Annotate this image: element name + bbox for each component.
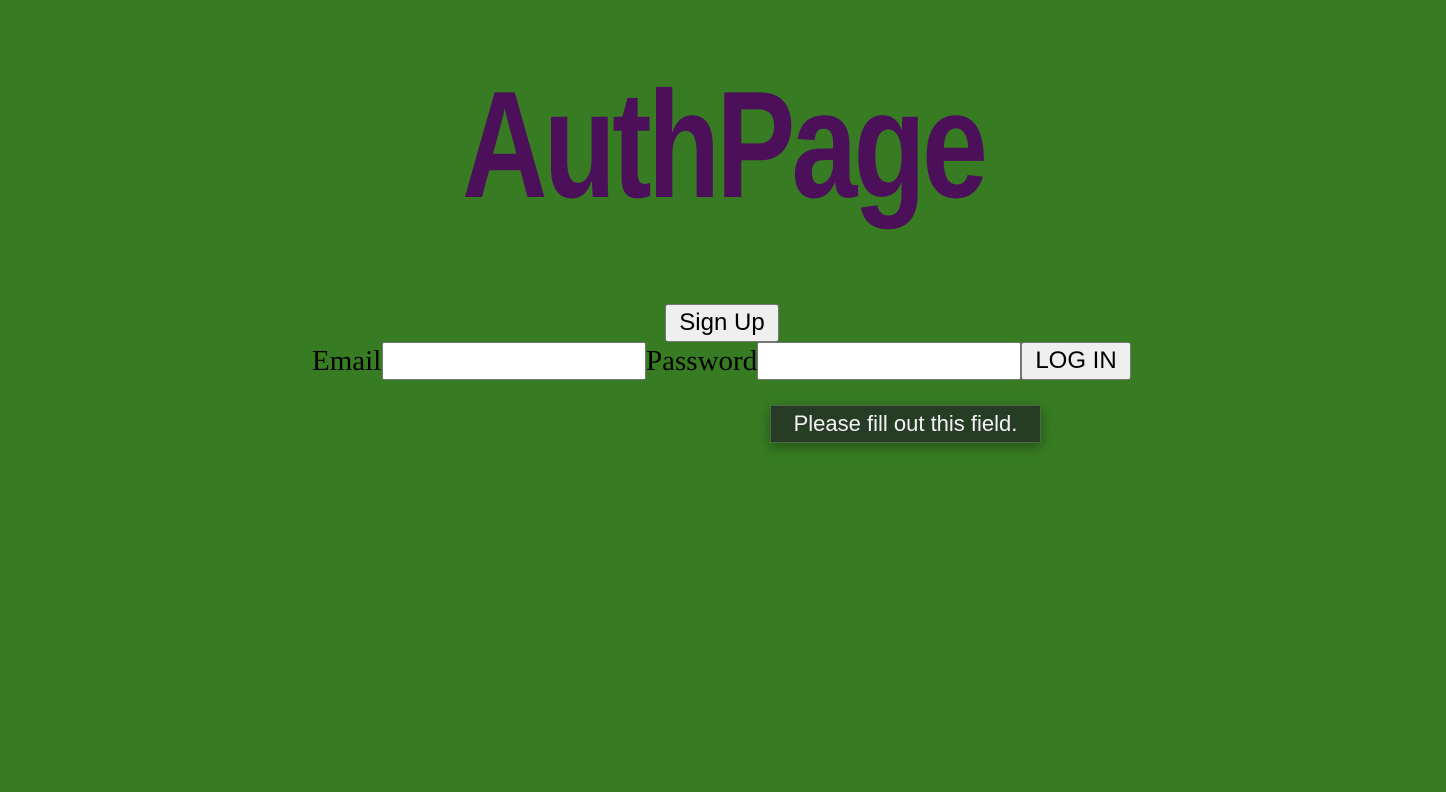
validation-tooltip: Please fill out this field. xyxy=(770,405,1041,443)
sign-up-button[interactable]: Sign Up xyxy=(665,304,779,342)
password-label: Password xyxy=(646,345,758,377)
email-label: Email xyxy=(312,345,382,377)
login-form: Email Password LOG IN xyxy=(312,342,1131,380)
login-button[interactable]: LOG IN xyxy=(1021,342,1131,380)
auth-page: AuthPage Sign Up Email Password LOG IN P… xyxy=(0,0,1446,792)
email-field[interactable] xyxy=(382,342,646,380)
password-field[interactable] xyxy=(757,342,1021,380)
page-title: AuthPage xyxy=(461,60,988,230)
